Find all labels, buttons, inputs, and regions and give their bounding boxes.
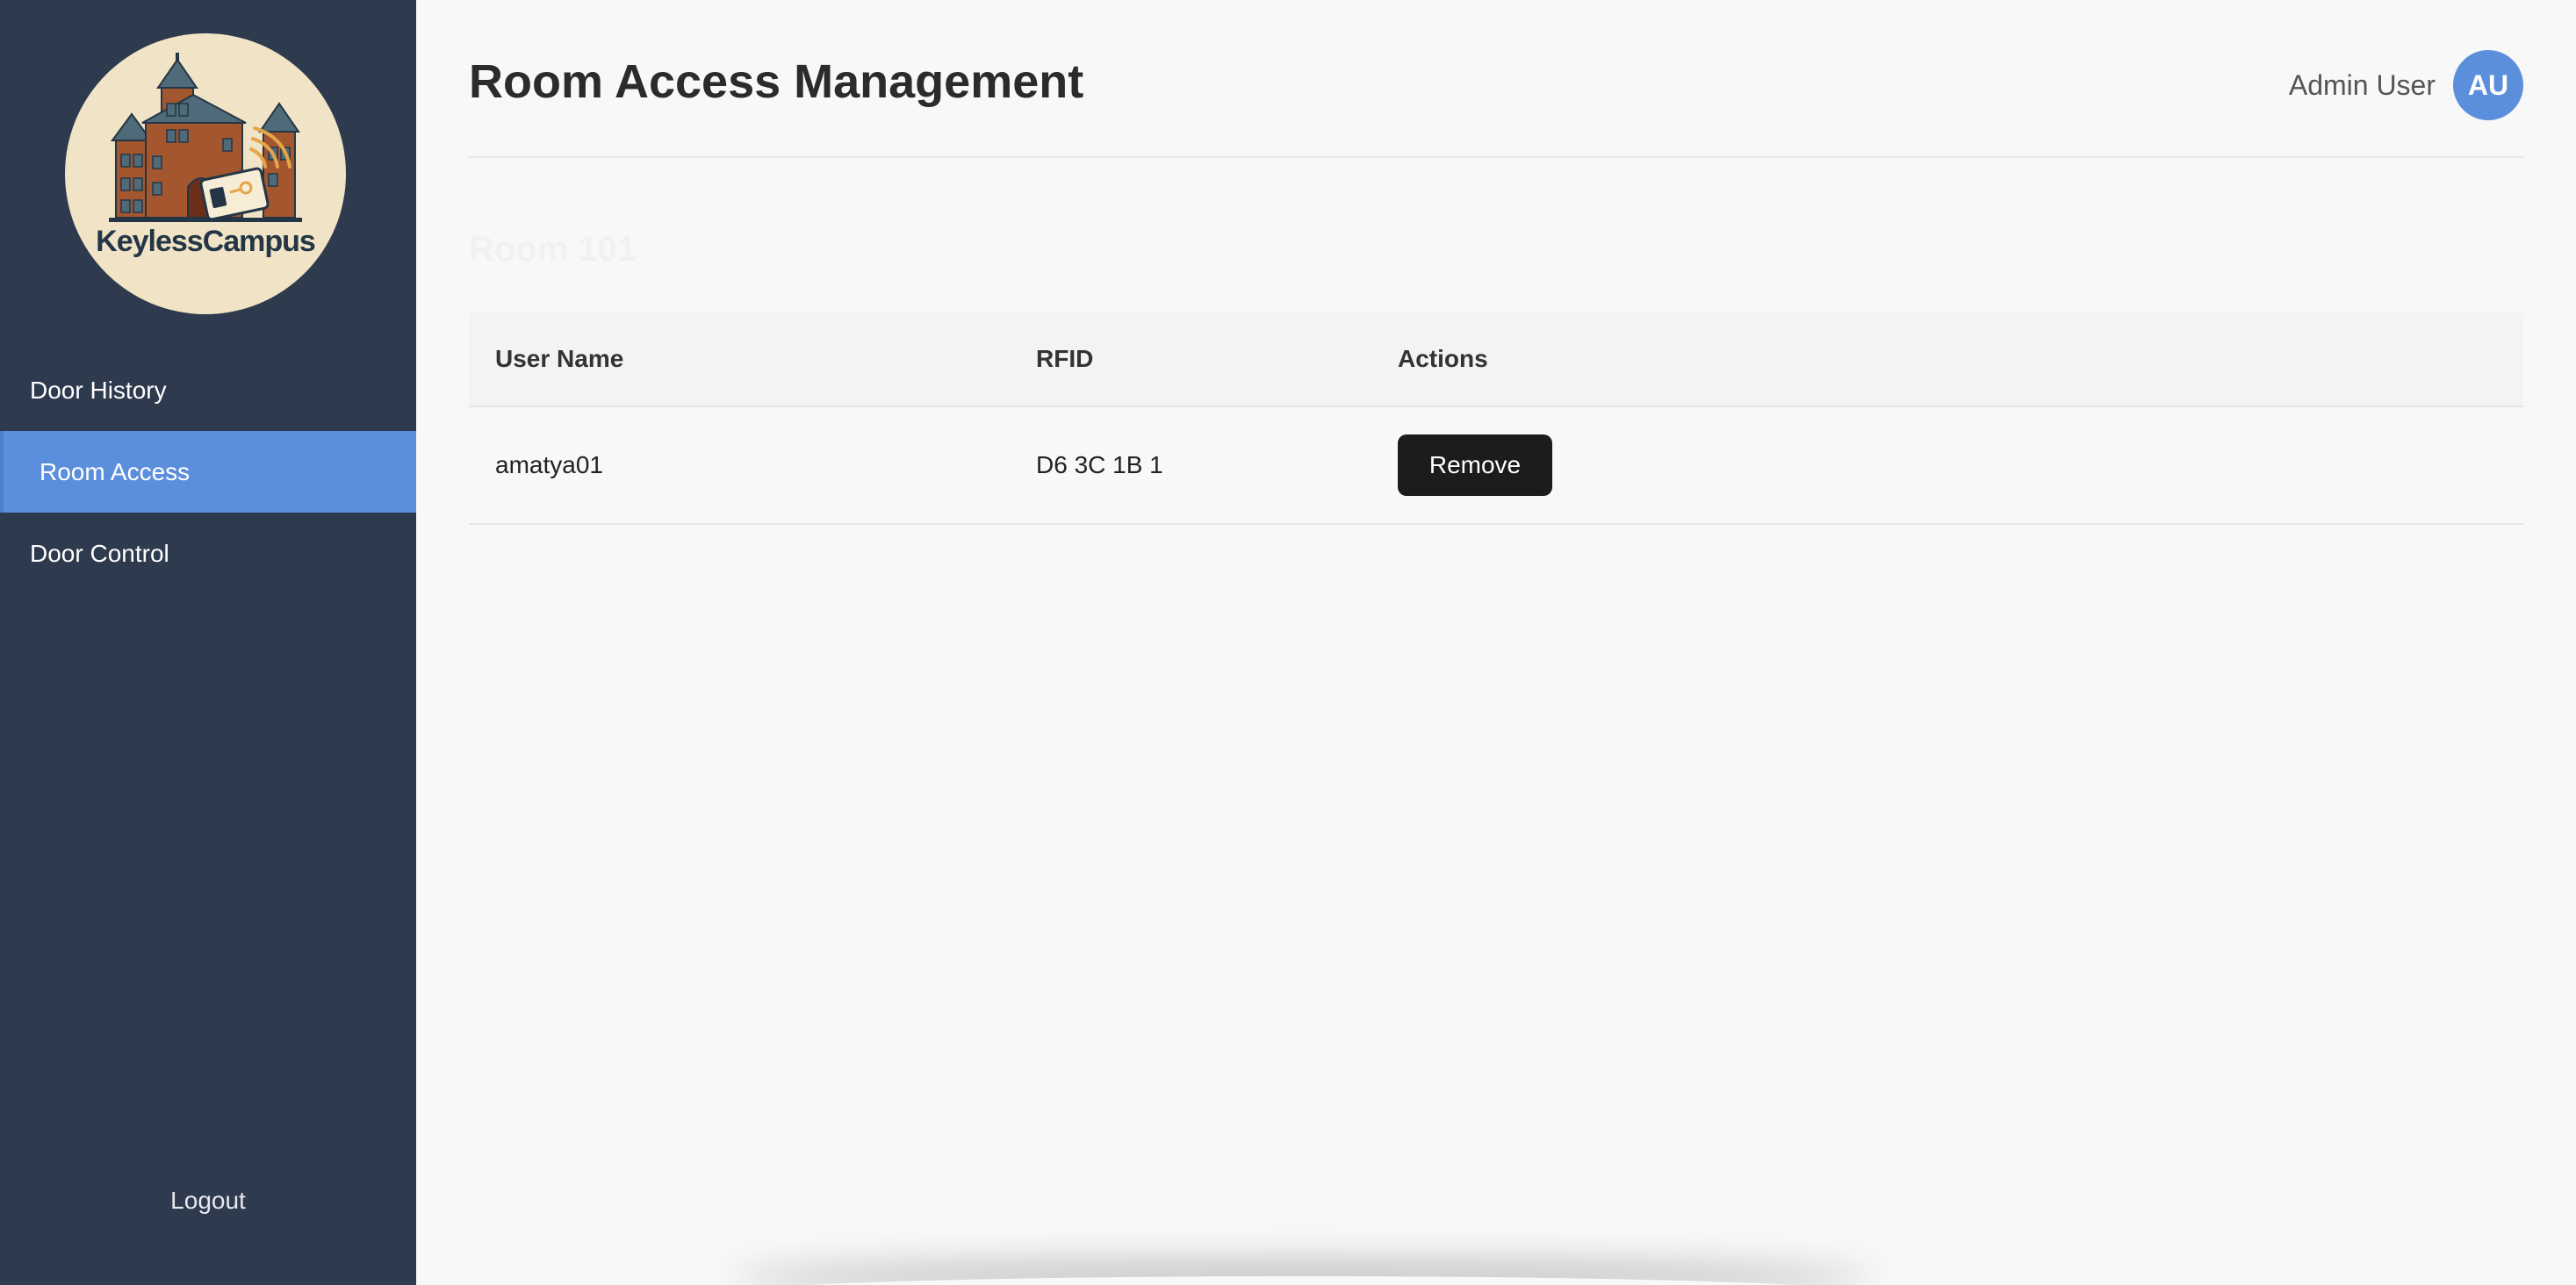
column-header-rfid: RFID [1036,345,1094,372]
column-header-actions: Actions [1398,345,1488,372]
room-title: Room 101 [469,230,637,269]
table-row: amatya01 D6 3C 1B 1 Remove [469,407,2523,525]
sidebar-nav: Door History Room Access Door Control [0,349,416,594]
column-header-user-name: User Name [495,345,624,372]
user-menu[interactable]: Admin User AU [2289,50,2523,120]
sidebar: KeylessCampus Door History Room Access D… [0,0,416,1285]
avatar[interactable]: AU [2453,50,2523,120]
cell-rfid: D6 3C 1B 1 [1036,451,1163,478]
app: KeylessCampus Door History Room Access D… [0,0,2576,1285]
cell-user-name: amatya01 [495,451,603,478]
table-header: User Name RFID Actions [469,312,2523,407]
main-content: Room Access Management Admin User AU Roo… [416,0,2576,1285]
bottom-shadow [732,1276,1874,1285]
access-table: User Name RFID Actions amatya01 D6 3C 1B… [469,312,2523,525]
sidebar-item-door-history[interactable]: Door History [0,349,416,431]
user-name: Admin User [2288,68,2436,101]
remove-button[interactable]: Remove [1398,434,1552,496]
sidebar-item-door-control[interactable]: Door Control [0,513,416,594]
cell-actions: Remove [1398,434,2523,496]
page-header: Room Access Management Admin User AU [469,0,2523,158]
page-title: Room Access Management [469,55,1084,108]
brand-name: KeylessCampus [96,225,316,258]
sidebar-item-room-access[interactable]: Room Access [0,431,416,513]
logout-button[interactable]: Logout [0,1187,416,1215]
keylesscampus-logo: KeylessCampus [65,33,346,314]
campus-building-icon [109,53,302,222]
